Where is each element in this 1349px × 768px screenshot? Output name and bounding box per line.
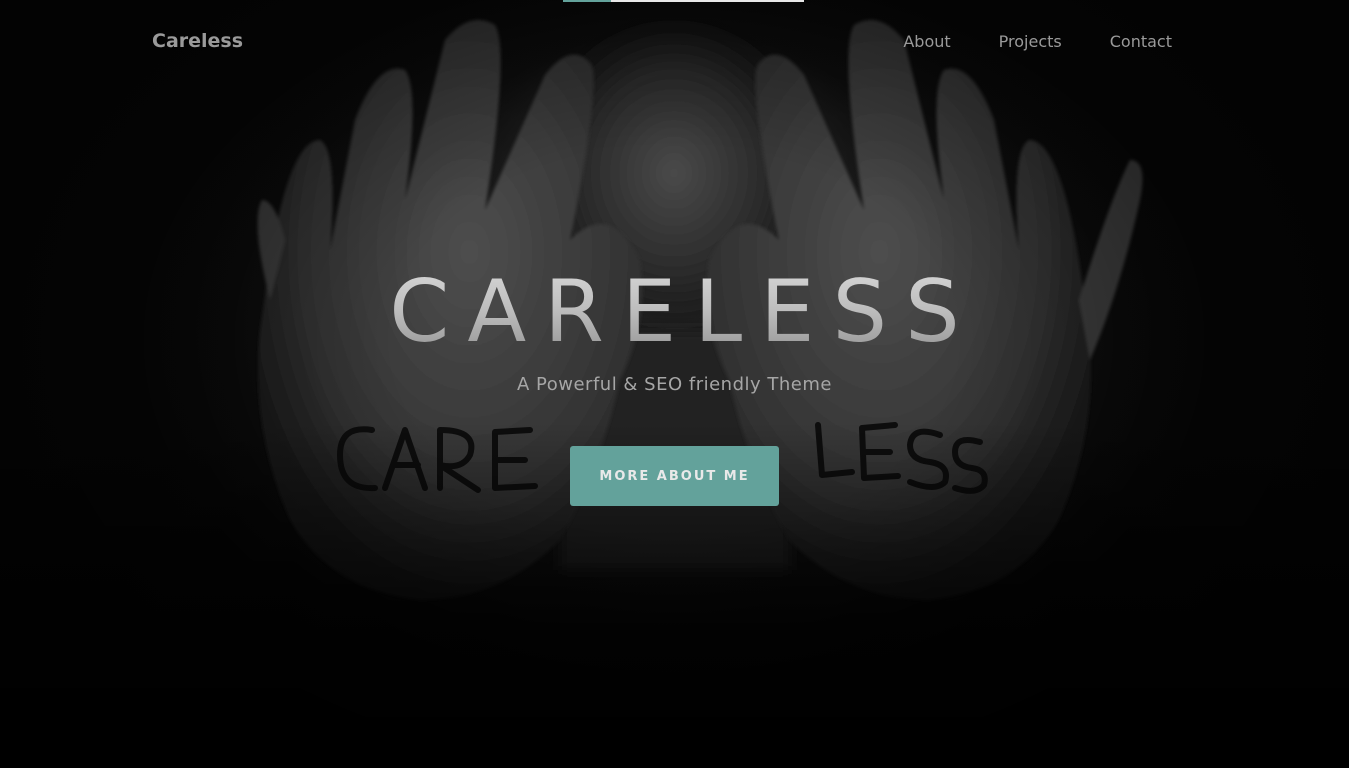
nav-links: About Projects Contact: [903, 32, 1172, 51]
more-about-me-button[interactable]: MORE ABOUT ME: [570, 446, 779, 506]
nav-link-about[interactable]: About: [903, 32, 950, 51]
brand-logo-link[interactable]: Careless: [152, 30, 243, 52]
hero-subtitle: A Powerful & SEO friendly Theme: [517, 374, 832, 395]
hero-section: Careless About Projects Contact CARELESS…: [0, 0, 1349, 768]
navbar: Careless About Projects Contact: [0, 0, 1349, 88]
nav-link-projects[interactable]: Projects: [999, 32, 1062, 51]
hero-title: CARELESS: [0, 262, 1349, 362]
nav-link-contact[interactable]: Contact: [1110, 32, 1172, 51]
